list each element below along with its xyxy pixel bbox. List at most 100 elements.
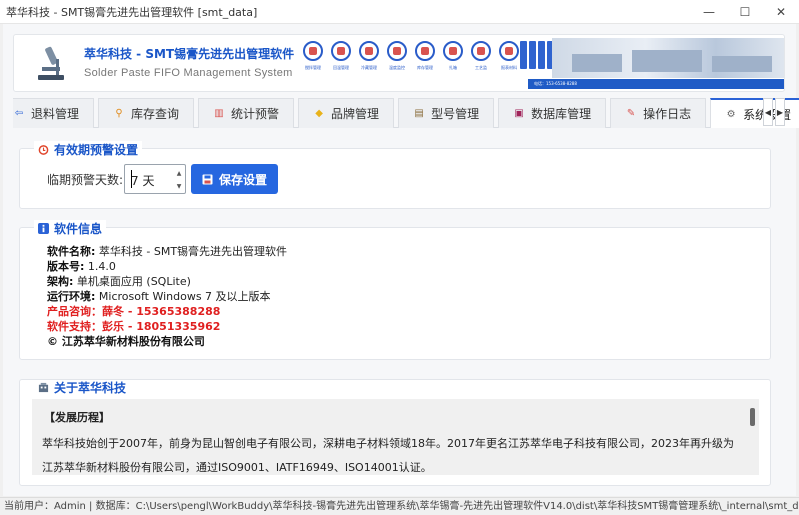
close-button[interactable]: ✕ xyxy=(763,0,799,24)
field-label: 软件名称: xyxy=(47,245,96,258)
window-title: 萃华科技 - SMT锡膏先进先出管理软件 [smt_data] xyxy=(6,5,258,19)
tab-brand[interactable]: ◆ 品牌管理 xyxy=(298,98,395,128)
software-section-title: 软件信息 xyxy=(34,220,107,237)
warning-days-value: 7 天 xyxy=(131,174,155,188)
factory-image xyxy=(552,38,784,78)
feature-label: 温度监控 xyxy=(389,65,405,70)
feature-label: 冷藏管理 xyxy=(361,65,377,70)
tab-label: 品牌管理 xyxy=(331,107,380,121)
feature-column-bars xyxy=(520,41,554,69)
feature-label: 扎箱 xyxy=(449,65,457,70)
field-label: 运行环境: xyxy=(47,290,96,303)
spin-down-icon[interactable]: ▼ xyxy=(175,180,183,192)
gear-icon: ⚙ xyxy=(726,108,736,120)
feature-label: 搅拌管理 xyxy=(305,65,321,70)
feature-item: 回温管理 xyxy=(328,41,354,71)
expiry-section-title: 有效期预警设置 xyxy=(34,141,143,158)
expiry-settings-group: 有效期预警设置 临期预警天数: 7 天 ▲ ▼ 保存设置 xyxy=(19,141,771,209)
floppy-disk-icon xyxy=(202,174,213,184)
tag-icon: ◆ xyxy=(315,108,323,119)
about-section-title: 关于萃华科技 xyxy=(34,380,131,396)
warning-days-spinbox[interactable]: 7 天 ▲ ▼ xyxy=(124,164,186,194)
tab-label: 库存查询 xyxy=(131,107,180,121)
section-title-text: 关于萃华科技 xyxy=(54,381,127,395)
feature-item: 报表材料 xyxy=(496,41,522,71)
save-settings-button[interactable]: 保存设置 xyxy=(191,164,278,194)
tab-label: 数据库管理 xyxy=(531,107,592,121)
database-icon: ▣ xyxy=(514,108,524,119)
log-icon: ✎ xyxy=(626,108,636,119)
software-support-row: 软件支持：彭乐 - 18051335962 xyxy=(47,320,221,333)
feature-item: 温度监控 xyxy=(384,41,410,71)
version-row: 版本号: 1.4.0 xyxy=(47,259,116,274)
chart-icon: ▥ xyxy=(214,108,224,119)
field-value: Microsoft Windows 7 及以上版本 xyxy=(98,290,271,303)
list-icon: ▤ xyxy=(414,108,424,119)
feature-icon-row: 搅拌管理 回温管理 冷藏管理 温度监控 库存管理 扎箱 工艺监 报表材料 xyxy=(300,41,522,71)
info-icon xyxy=(38,223,49,234)
tab-label: 退料管理 xyxy=(31,107,80,121)
field-label: 版本号: xyxy=(47,260,85,273)
vertical-scrollbar[interactable] xyxy=(750,408,755,426)
copyright-row: © 江苏萃华新材料股份有限公司 xyxy=(47,335,205,348)
feature-label: 报表材料 xyxy=(501,65,517,70)
section-title-text: 有效期预警设置 xyxy=(54,143,139,157)
field-value: 萃华科技 - SMT锡膏先进先出管理软件 xyxy=(98,245,288,258)
field-value: 1.4.0 xyxy=(87,260,116,273)
feature-icon xyxy=(359,41,379,61)
search-icon: ⚲ xyxy=(115,108,123,119)
about-group: 关于萃华科技 【发展历程】 萃华科技始创于2007年，前身为昆山智创电子有限公司… xyxy=(19,379,771,486)
software-name-row: 软件名称: 萃华科技 - SMT锡膏先进先出管理软件 xyxy=(47,244,287,259)
window-titlebar: 萃华科技 - SMT锡膏先进先出管理软件 [smt_data] — ☐ ✕ xyxy=(0,0,799,24)
about-heading: 【发展历程】 xyxy=(44,411,110,424)
tab-scroll-left-button[interactable]: ◀ xyxy=(763,98,773,126)
about-paragraph: 萃华科技始创于2007年，前身为昆山智创电子有限公司，深耕电子材料领域18年。2… xyxy=(42,437,734,474)
about-text-area[interactable]: 【发展历程】 萃华科技始创于2007年，前身为昆山智创电子有限公司，深耕电子材料… xyxy=(32,399,759,475)
feature-item: 冷藏管理 xyxy=(356,41,382,71)
feature-icon xyxy=(387,41,407,61)
microscope-logo-icon xyxy=(38,46,64,80)
field-value: 单机桌面应用 (SQLite) xyxy=(76,275,191,288)
tab-model[interactable]: ▤ 型号管理 xyxy=(398,98,495,128)
save-button-label: 保存设置 xyxy=(218,172,267,187)
tab-log[interactable]: ✎ 操作日志 xyxy=(610,98,707,128)
feature-label: 工艺监 xyxy=(475,65,487,70)
building-icon xyxy=(38,382,49,393)
feature-label: 回温管理 xyxy=(333,65,349,70)
feature-icon xyxy=(499,41,519,61)
warning-days-label: 临期预警天数: xyxy=(47,173,124,187)
tab-scroll-right-button[interactable]: ▶ xyxy=(775,98,785,126)
feature-icon xyxy=(303,41,323,61)
tab-label: 操作日志 xyxy=(643,107,692,121)
environment-row: 运行环境: Microsoft Windows 7 及以上版本 xyxy=(47,289,271,304)
tab-database[interactable]: ▣ 数据库管理 xyxy=(498,98,607,128)
status-bar: 当前用户：Admin | 数据库：C:\Users\pengl\WorkBudd… xyxy=(0,497,799,515)
minimize-button[interactable]: — xyxy=(691,0,727,24)
tab-label: 型号管理 xyxy=(431,107,480,121)
spin-up-icon[interactable]: ▲ xyxy=(175,167,183,179)
feature-item: 扎箱 xyxy=(440,41,466,71)
tab-settings[interactable]: ⚙ 系统设置 xyxy=(710,98,799,128)
banner-contact-strip: 电话：153-6538-8288 xyxy=(528,79,784,89)
app-body: 萃华科技 - SMT锡膏先进先出管理软件 Solder Paste FIFO M… xyxy=(3,24,799,496)
feature-item: 搅拌管理 xyxy=(300,41,326,71)
return-icon: ⇦ xyxy=(14,108,24,119)
banner-subtitle: Solder Paste FIFO Management System xyxy=(84,67,293,79)
architecture-row: 架构: 单机桌面应用 (SQLite) xyxy=(47,274,191,289)
software-info-group: 软件信息 软件名称: 萃华科技 - SMT锡膏先进先出管理软件 版本号: 1.4… xyxy=(19,220,771,360)
header-banner: 萃华科技 - SMT锡膏先进先出管理软件 Solder Paste FIFO M… xyxy=(13,34,785,92)
product-consult-row: 产品咨询：薛冬 - 15365388288 xyxy=(47,305,221,318)
feature-item: 库存管理 xyxy=(412,41,438,71)
section-title-text: 软件信息 xyxy=(54,222,103,236)
feature-icon xyxy=(443,41,463,61)
banner-title: 萃华科技 - SMT锡膏先进先出管理软件 xyxy=(84,47,295,61)
alarm-clock-icon xyxy=(38,145,49,155)
maximize-button[interactable]: ☐ xyxy=(727,0,763,24)
feature-icon xyxy=(331,41,351,61)
tab-return[interactable]: ⇦ 退料管理 xyxy=(13,98,95,128)
main-tab-bar: ⇦ 退料管理 ⚲ 库存查询 ▥ 统计预警 ◆ 品牌管理 ▤ 型号管理 ▣ 数据库… xyxy=(13,98,799,128)
feature-icon xyxy=(471,41,491,61)
tab-inventory[interactable]: ⚲ 库存查询 xyxy=(98,98,195,128)
tab-label: 统计预警 xyxy=(231,107,280,121)
tab-statistics[interactable]: ▥ 统计预警 xyxy=(198,98,295,128)
